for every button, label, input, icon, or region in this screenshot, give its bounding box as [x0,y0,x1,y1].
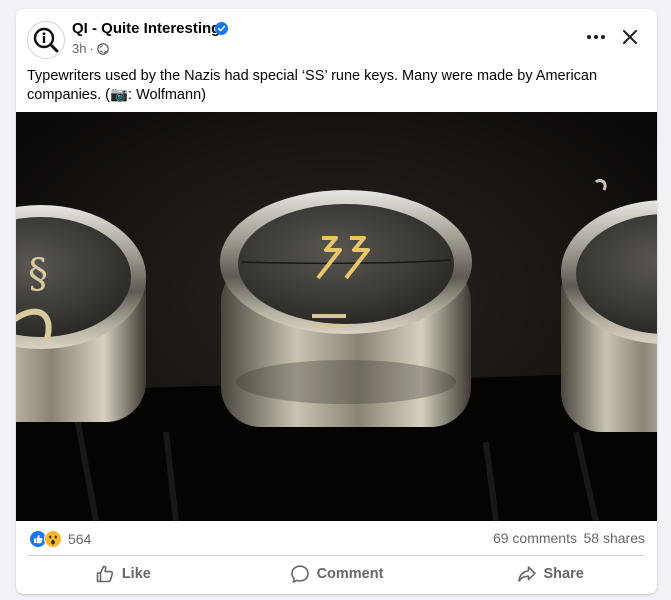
close-button[interactable] [616,23,644,51]
thumbs-up-icon [96,565,113,583]
page-name[interactable]: QI - Quite Interesting [72,20,220,37]
verified-badge-icon [215,22,228,35]
more-options-button[interactable] [581,23,611,51]
like-button[interactable]: Like [16,557,230,591]
post-actions: Like Comment Share [16,557,657,591]
more-icon [587,35,605,39]
reaction-icons[interactable] [29,530,65,548]
post-meta: 3h · [72,41,109,56]
shares-count[interactable]: 58 shares [584,530,645,546]
like-reaction-icon [29,530,47,548]
qi-logo-icon [33,27,59,53]
comment-icon [290,565,309,583]
svg-text:§: § [28,251,48,297]
center-key [220,190,472,427]
post-text: Typewriters used by the Nazis had specia… [27,68,598,103]
post-photo[interactable]: § [16,112,657,521]
post-card: QI - Quite Interesting 3h · Typewriters … [16,9,657,594]
like-label: Like [121,566,151,582]
post-time[interactable]: 3h [72,41,86,56]
typewriter-keys-image: § [16,112,657,521]
comment-label: Comment [316,566,384,582]
globe-icon [96,42,109,55]
actions-divider [28,555,645,556]
wow-reaction-icon [44,530,62,548]
share-icon [517,566,536,582]
left-key: § [16,205,146,422]
close-icon [623,30,637,44]
comments-count[interactable]: 69 comments [493,530,577,546]
comment-button[interactable]: Comment [230,557,444,591]
page-avatar[interactable] [27,21,65,59]
share-label: Share [543,566,584,582]
post-stats: 564 69 comments 58 shares [16,527,657,549]
share-button[interactable]: Share [443,557,657,591]
reaction-count[interactable]: 564 [68,531,91,547]
post-header: QI - Quite Interesting 3h · [16,9,657,61]
meta-separator: · [89,41,94,56]
